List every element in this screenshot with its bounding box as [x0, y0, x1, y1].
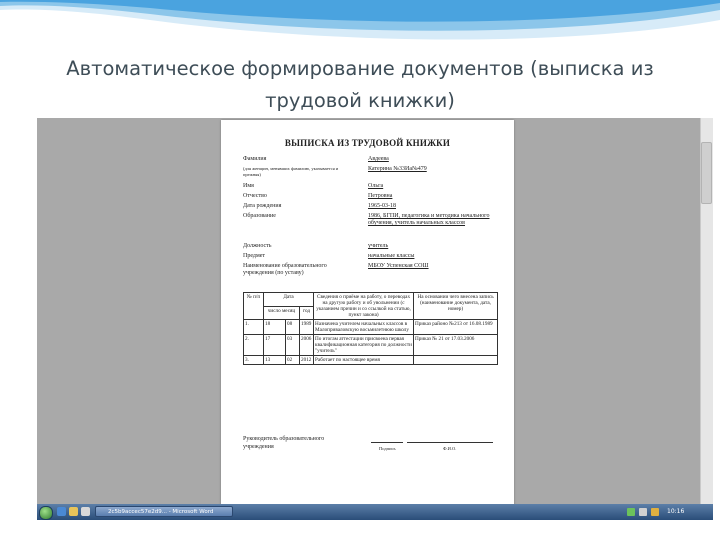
cell-month: 08: [285, 319, 300, 335]
battery-icon[interactable]: [651, 508, 659, 516]
media-icon[interactable]: [81, 507, 90, 516]
header-info: Сведения о приёме на работу, о переводах…: [313, 292, 415, 320]
ie-icon[interactable]: [57, 507, 66, 516]
cell-num: 2.: [243, 334, 264, 356]
name-caption: Ф.И.О.: [443, 446, 457, 451]
cell-info: По итогам аттестации присвоена первая кв…: [313, 334, 415, 356]
field-value: Катерина №33Иа№479: [368, 166, 427, 172]
field-value: МБОУ Успенская СОШ: [368, 263, 429, 269]
cell-num: 3.: [243, 355, 264, 365]
cell-day: 17: [263, 334, 286, 356]
field-label: (для женщин, менявших фамилию, указывает…: [243, 166, 339, 177]
signature-caption: Подпись: [379, 446, 396, 451]
task-label: 2c5b9accec57e2d9... - Microsoft Word: [108, 509, 214, 515]
cell-info: Назначена учителем начальных классов в М…: [313, 319, 415, 335]
scrollbar-thumb[interactable]: [701, 142, 712, 204]
cell-year: 1989: [298, 319, 315, 335]
taskbar-task-word[interactable]: 2c5b9accec57e2d9... - Microsoft Word: [95, 506, 233, 517]
name-line: [407, 442, 493, 443]
field-value: учитель: [368, 243, 389, 249]
header-day-month: число месяц: [263, 305, 300, 320]
employment-table: № п/п Дата Сведения о приёме на работу, …: [243, 292, 499, 365]
cell-month: 02: [285, 355, 300, 365]
vertical-scrollbar[interactable]: [700, 118, 713, 504]
field-label: Фамилия: [243, 156, 267, 162]
cell-basis: Приказ № 21 от 17.03.2006: [413, 334, 499, 356]
document-title: ВЫПИСКА ИЗ ТРУДОВОЙ КНИЖКИ: [284, 138, 451, 148]
signature-line: [371, 442, 403, 443]
cell-month: 03: [285, 334, 300, 356]
windows-taskbar: 2c5b9accec57e2d9... - Microsoft Word 10:…: [37, 504, 713, 520]
document-page: ВЫПИСКА ИЗ ТРУДОВОЙ КНИЖКИ Фамилия Авдее…: [221, 120, 514, 506]
cell-basis: Приказ районо №213 от 16.08.1989: [413, 319, 499, 335]
field-label: Наименование образовательного учреждения…: [243, 263, 327, 276]
field-value: Ольга: [368, 183, 384, 189]
clock[interactable]: 10:16: [667, 506, 684, 518]
slide-title: Автоматическое формирование документов (…: [20, 53, 700, 117]
slide-title-line-1: Автоматическое формирование документов (…: [66, 57, 654, 80]
field-label: Имя: [243, 183, 254, 189]
field-value: 1986, БГПИ, педагогика и методика началь…: [368, 213, 490, 226]
header-swoosh: [0, 0, 720, 40]
header-num: № п/п: [243, 292, 264, 320]
field-value: начальные классы: [368, 253, 415, 259]
cell-info: Работает по настоящее время: [313, 355, 415, 365]
header-date: Дата: [262, 292, 315, 307]
header-basis: На основании чего внесена запись (наимен…: [413, 292, 499, 320]
cell-year: 2012: [298, 355, 315, 365]
field-label: Дата рождения: [243, 203, 282, 209]
network-icon[interactable]: [627, 508, 635, 516]
field-label: Предмет: [243, 253, 266, 259]
cell-year: 2006: [298, 334, 315, 356]
table-row: 2. 17 03 2006 По итогам аттестации присв…: [243, 334, 499, 356]
field-label: Образование: [243, 213, 276, 219]
folder-icon[interactable]: [69, 507, 78, 516]
field-label: Отчество: [243, 193, 267, 199]
cell-num: 1.: [243, 319, 264, 335]
table-row: 3. 13 02 2012 Работает по настоящее врем…: [243, 355, 499, 365]
cell-day: 13: [263, 355, 286, 365]
field-value: 1965-03-18: [368, 203, 396, 209]
volume-icon[interactable]: [639, 508, 647, 516]
word-screenshot: ВЫПИСКА ИЗ ТРУДОВОЙ КНИЖКИ Фамилия Авдее…: [37, 118, 713, 520]
signature-label: Руководитель образовательного учреждения: [243, 436, 325, 450]
table-row: 1. 18 08 1989 Назначена учителем начальн…: [243, 319, 499, 335]
cell-basis: [413, 355, 499, 365]
slide-title-line-2: трудовой книжки): [265, 89, 455, 112]
cell-day: 18: [263, 319, 286, 335]
field-label: Должность: [243, 243, 272, 249]
table-header-row: № п/п Дата Сведения о приёме на работу, …: [243, 292, 499, 320]
field-value: Авдеева: [368, 156, 389, 162]
field-value: Петровна: [368, 193, 393, 199]
header-year: год: [298, 305, 315, 320]
start-button[interactable]: [39, 506, 53, 520]
